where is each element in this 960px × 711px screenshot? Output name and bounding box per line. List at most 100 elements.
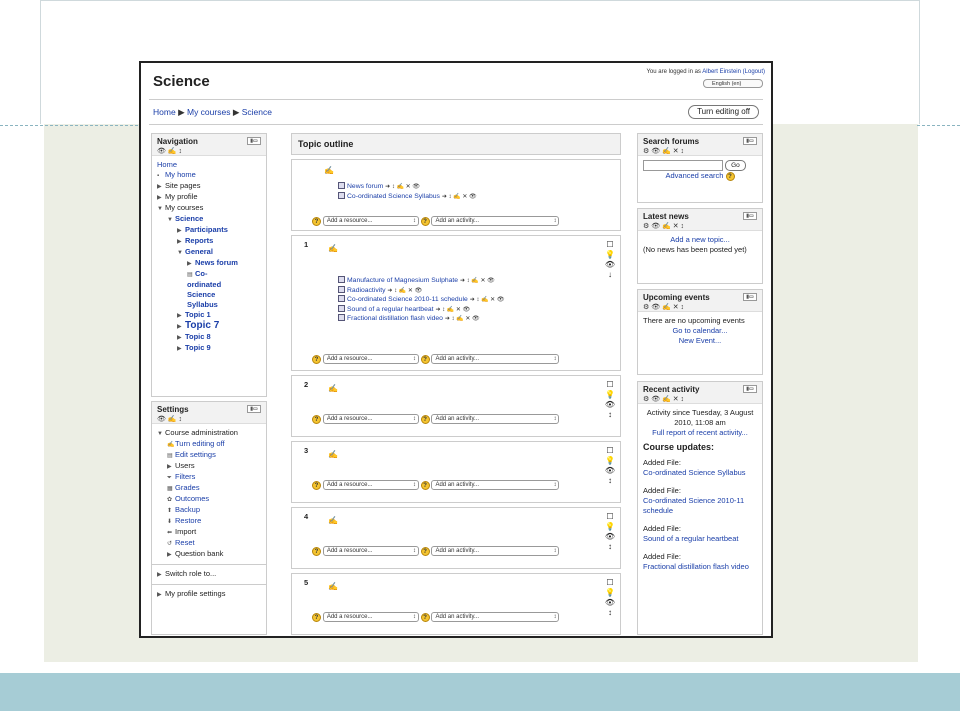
search-input[interactable] — [643, 160, 723, 171]
section-controls[interactable]: ☐ 💡 👁 ↓ — [603, 240, 617, 280]
settings-turn-editing-off[interactable]: Turn editing off — [175, 439, 225, 448]
update-file-link[interactable]: Co-ordinated Science Syllabus — [643, 468, 746, 477]
settings-grades[interactable]: Grades — [175, 483, 200, 492]
help-icon[interactable]: ? — [312, 480, 321, 490]
resource-edit-icons[interactable]: ➜ ↕ ✍ ✕ 👁 — [460, 278, 495, 284]
breadcrumb-my-courses[interactable]: My courses — [187, 107, 230, 117]
nav-general[interactable]: General — [185, 247, 213, 256]
go-to-calendar-link[interactable]: Go to calendar... — [672, 326, 727, 335]
add-activity-select[interactable]: Add an activity... — [431, 480, 560, 490]
add-resource-select[interactable]: Add a resource... — [322, 546, 419, 556]
settings-edit-settings[interactable]: Edit settings — [175, 450, 216, 459]
settings-filters[interactable]: Filters — [175, 472, 195, 481]
user-link[interactable]: Albert Einstein — [702, 69, 741, 75]
edit-summary-icon[interactable]: ✍ — [328, 244, 338, 253]
edit-summary-icon[interactable]: ✍ — [324, 166, 334, 175]
chevron-right-icon[interactable]: ▶ — [187, 259, 195, 269]
chevron-right-icon[interactable]: ▶ — [177, 322, 185, 332]
block-edit-icons[interactable]: 👁 ✍ ↕ — [157, 415, 261, 423]
settings-users[interactable]: Users — [175, 461, 195, 470]
help-icon[interactable]: ? — [420, 414, 430, 424]
nav-my-home[interactable]: My home — [165, 170, 196, 179]
add-activity-select[interactable]: Add an activity... — [431, 354, 560, 364]
nav-site-pages[interactable]: Site pages — [165, 181, 200, 190]
help-icon[interactable]: ? — [420, 546, 430, 556]
language-select[interactable]: English (en) — [703, 79, 763, 88]
chevron-right-icon[interactable]: ▶ — [157, 570, 165, 580]
chevron-down-icon[interactable]: ▼ — [157, 429, 165, 439]
resource-radioactivity[interactable]: Radioactivity — [347, 287, 386, 294]
settings-outcomes[interactable]: Outcomes — [175, 494, 209, 503]
nav-topic-8[interactable]: Topic 8 — [185, 332, 211, 341]
section-controls[interactable]: ☐ 💡 👁 ↕ — [603, 446, 617, 486]
nav-topic-7[interactable]: Topic 7 — [185, 320, 219, 331]
add-resource-select[interactable]: Add a resource... — [322, 480, 419, 490]
chevron-right-icon[interactable]: ▶ — [157, 590, 165, 600]
resource-magnesium[interactable]: Manufacture of Magnesium Sulphate — [347, 277, 458, 284]
add-activity-select[interactable]: Add an activity... — [431, 546, 560, 556]
chevron-right-icon[interactable]: ▶ — [177, 226, 185, 236]
settings-import[interactable]: Import — [175, 527, 196, 536]
edit-summary-icon[interactable]: ✍ — [328, 582, 338, 591]
add-resource-select[interactable]: Add a resource... — [322, 216, 419, 226]
advanced-search-link[interactable]: Advanced search — [665, 171, 723, 180]
resource-edit-icons[interactable]: ➜ ↕ ✍ ✕ 👁 — [385, 184, 420, 190]
block-dock-icon[interactable]: ▮▭ — [247, 405, 261, 413]
help-icon[interactable]: ? — [420, 612, 430, 622]
add-activity-select[interactable]: Add an activity... — [431, 216, 560, 226]
nav-topic-1[interactable]: Topic 1 — [185, 310, 211, 319]
section-controls[interactable]: ☐ 💡 👁 ↕ — [603, 512, 617, 552]
add-resource-select[interactable]: Add a resource... — [322, 414, 419, 424]
chevron-down-icon[interactable]: ▼ — [157, 204, 165, 214]
block-dock-icon[interactable]: ▮▭ — [743, 212, 757, 220]
edit-summary-icon[interactable]: ✍ — [328, 450, 338, 459]
nav-science[interactable]: Science — [175, 214, 203, 223]
add-resource-select[interactable]: Add a resource... — [322, 612, 419, 622]
block-edit-icons[interactable]: ⚙ 👁 ✍ ✕ ↕ — [643, 222, 757, 230]
block-dock-icon[interactable]: ▮▭ — [743, 293, 757, 301]
chevron-right-icon[interactable]: ▶ — [177, 333, 185, 343]
help-icon[interactable]: ? — [312, 546, 321, 556]
breadcrumb-current[interactable]: Science — [242, 107, 272, 117]
resource-edit-icons[interactable]: ➜ ↕ ✍ ✕ 👁 — [387, 288, 422, 294]
help-icon[interactable]: ? — [420, 480, 430, 490]
nav-my-profile[interactable]: My profile — [165, 192, 198, 201]
add-resource-select[interactable]: Add a resource... — [322, 354, 419, 364]
breadcrumb-home[interactable]: Home — [153, 107, 176, 117]
chevron-right-icon[interactable]: ▶ — [157, 193, 165, 203]
block-edit-icons[interactable]: ⚙ 👁 ✍ ✕ ↕ — [643, 303, 757, 311]
chevron-right-icon[interactable]: ▶ — [167, 462, 175, 472]
block-edit-icons[interactable]: ⚙ 👁 ✍ ✕ ↕ — [643, 395, 757, 403]
add-activity-select[interactable]: Add an activity... — [431, 414, 560, 424]
help-icon[interactable]: ? — [725, 171, 735, 181]
resource-edit-icons[interactable]: ➜ ↕ ✍ ✕ 👁 — [442, 194, 477, 200]
edit-summary-icon[interactable]: ✍ — [328, 384, 338, 393]
course-administration[interactable]: Course administration — [165, 428, 238, 437]
nav-topic-9[interactable]: Topic 9 — [185, 343, 211, 352]
chevron-right-icon[interactable]: ▶ — [177, 311, 185, 321]
update-file-link[interactable]: Co-ordinated Science 2010-11 schedule — [643, 496, 744, 515]
resource-edit-icons[interactable]: ➜ ↕ ✍ ✕ 👁 — [470, 297, 505, 303]
chevron-right-icon[interactable]: ▶ — [177, 237, 185, 247]
nav-participants[interactable]: Participants — [185, 225, 228, 234]
resource-heartbeat[interactable]: Sound of a regular heartbeat — [347, 306, 434, 313]
resource-schedule[interactable]: Co-ordinated Science 2010-11 schedule — [347, 296, 468, 303]
block-edit-icons[interactable]: ⚙ 👁 ✍ ✕ ↕ — [643, 147, 757, 155]
my-profile-settings[interactable]: My profile settings — [165, 589, 225, 598]
logout-link[interactable]: (Logout) — [743, 69, 765, 75]
block-dock-icon[interactable]: ▮▭ — [743, 137, 757, 145]
chevron-down-icon[interactable]: ▼ — [167, 215, 175, 225]
full-report-link[interactable]: Full report of recent activity... — [652, 428, 748, 437]
help-icon[interactable]: ? — [312, 612, 321, 622]
chevron-down-icon[interactable]: ▼ — [177, 248, 185, 258]
section-controls[interactable]: ☐ 💡 👁 ↕ — [603, 380, 617, 420]
section-controls[interactable]: ☐ 💡 👁 ↕ — [603, 578, 617, 618]
block-edit-icons[interactable]: 👁 ✍ ↕ — [157, 147, 261, 155]
nav-reports[interactable]: Reports — [185, 236, 213, 245]
nav-news-forum[interactable]: News forum — [195, 258, 238, 267]
settings-backup[interactable]: Backup — [175, 505, 200, 514]
add-activity-select[interactable]: Add an activity... — [431, 612, 560, 622]
help-icon[interactable]: ? — [312, 414, 321, 424]
switch-role[interactable]: Switch role to... — [165, 569, 216, 578]
help-icon[interactable]: ? — [420, 354, 430, 364]
